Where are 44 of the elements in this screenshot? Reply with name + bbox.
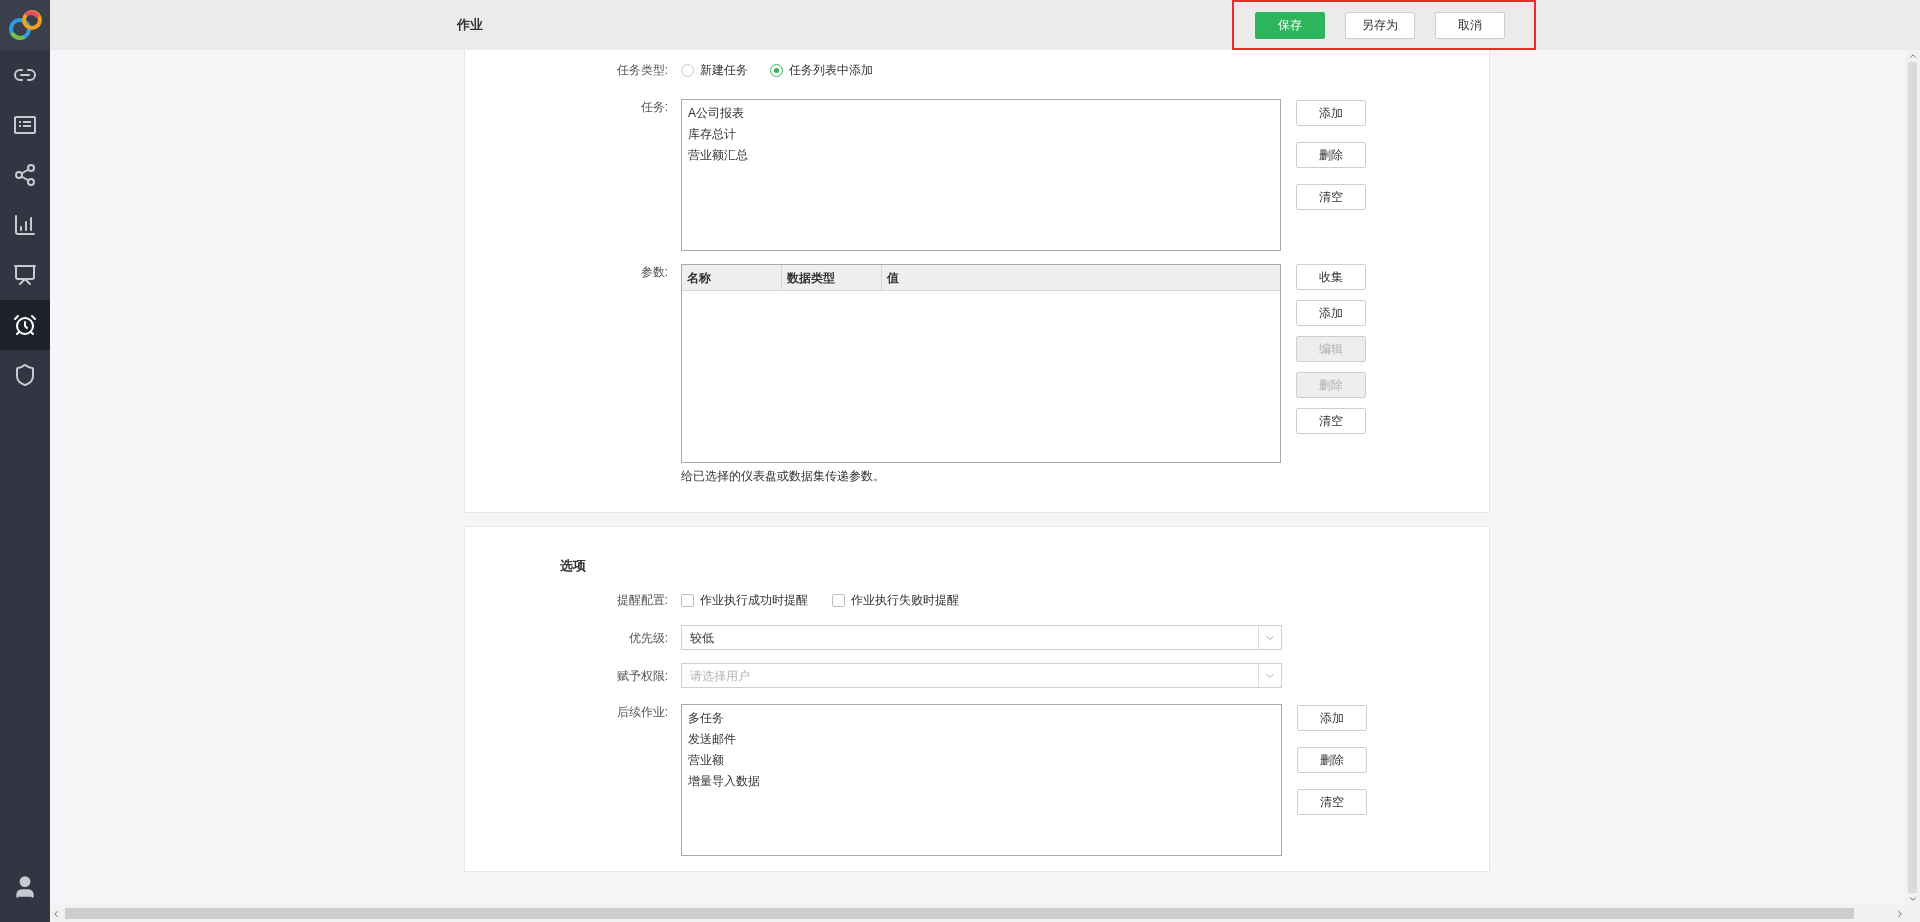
column-header: 数据类型 bbox=[782, 265, 882, 290]
field-label: 任务: bbox=[639, 99, 668, 115]
side-button[interactable]: 添加 bbox=[1297, 705, 1367, 731]
select-field[interactable]: 较低 bbox=[681, 625, 1282, 650]
side-button[interactable]: 删除 bbox=[1297, 747, 1367, 773]
list-box[interactable]: A公司报表 库存总计 营业额汇总 bbox=[681, 99, 1281, 251]
field-label: 赋予权限: bbox=[615, 667, 668, 684]
checkbox-label: 作业执行成功时提醒 bbox=[700, 592, 808, 609]
radio-label: 新建任务 bbox=[700, 62, 748, 79]
list-item[interactable]: 营业额 bbox=[688, 750, 724, 771]
section-title: 选项 bbox=[560, 557, 586, 575]
header-button[interactable]: 取消 bbox=[1435, 11, 1505, 39]
side-button[interactable]: 清空 bbox=[1296, 184, 1366, 210]
column-header: 值 bbox=[885, 270, 900, 287]
side-button[interactable]: 清空 bbox=[1296, 408, 1366, 434]
page-title: 作业 bbox=[457, 16, 483, 35]
radio-label: 任务列表中添加 bbox=[789, 62, 873, 79]
field-label: 提醒配置: bbox=[615, 592, 668, 608]
select-placeholder: 请选择用户 bbox=[689, 667, 751, 685]
side-button[interactable]: 清空 bbox=[1297, 789, 1367, 815]
list-item[interactable]: 增量导入数据 bbox=[688, 771, 760, 792]
checkbox-option[interactable]: 作业执行失败时提醒 bbox=[832, 591, 959, 609]
list-item[interactable]: A公司报表 bbox=[688, 103, 744, 124]
side-button[interactable]: 收集 bbox=[1296, 264, 1366, 290]
list-item[interactable]: 多任务 bbox=[688, 708, 724, 729]
radio-option[interactable]: 新建任务 bbox=[681, 61, 748, 79]
list-item[interactable]: 发送邮件 bbox=[688, 729, 736, 750]
select-value: 较低 bbox=[689, 629, 715, 647]
side-button[interactable]: 添加 bbox=[1296, 100, 1366, 126]
field-label: 任务类型: bbox=[615, 62, 668, 78]
list-item[interactable]: 营业额汇总 bbox=[688, 145, 748, 166]
field-label: 参数: bbox=[639, 264, 668, 280]
checkbox-option[interactable]: 作业执行成功时提醒 bbox=[681, 591, 808, 609]
field-label: 后续作业: bbox=[615, 704, 668, 720]
side-button[interactable]: 添加 bbox=[1296, 300, 1366, 326]
field-label: 优先级: bbox=[627, 629, 668, 646]
hint-text: 给已选择的仪表盘或数据集传递参数。 bbox=[681, 468, 886, 484]
header-button[interactable]: 另存为 bbox=[1345, 11, 1415, 39]
column-header: 名称 bbox=[682, 265, 782, 290]
checkbox-label: 作业执行失败时提醒 bbox=[851, 592, 959, 609]
side-button[interactable]: 删除 bbox=[1296, 142, 1366, 168]
list-box[interactable]: 多任务 发送邮件 营业额 增量导入数据 bbox=[681, 704, 1282, 856]
radio-option[interactable]: 任务列表中添加 bbox=[770, 61, 873, 79]
list-item[interactable]: 库存总计 bbox=[688, 124, 736, 145]
